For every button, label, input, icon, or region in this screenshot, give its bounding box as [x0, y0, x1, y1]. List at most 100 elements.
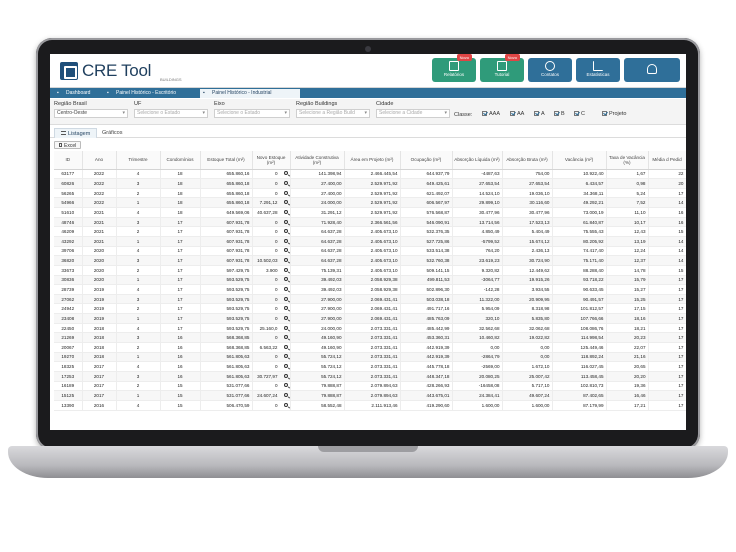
table-row[interactable]: 46209 2021 2 17 607.931,78 0 64.637,28 2.405.67…	[54, 226, 686, 237]
stats-button[interactable]: Estatísticas	[576, 58, 620, 82]
column-header[interactable]: ID	[54, 151, 83, 170]
column-header[interactable]: Trimestre	[116, 151, 161, 170]
table-row[interactable]: 51610 2021 4 18 649.569,06 40.637,28 31.291,12…	[54, 207, 686, 218]
column-header[interactable]: Vacância (m²)	[552, 151, 607, 170]
table-row[interactable]: 33673 2020 2 17 597.429,75 3.900 75.139,31 2.40…	[54, 265, 686, 276]
table-row[interactable]: 48746 2021 3 17 607.931,78 0 71.928,40 2.366.56…	[54, 217, 686, 228]
cell-value: 2020	[93, 258, 105, 264]
cell-value: 49.160,90	[321, 344, 342, 350]
table-row[interactable]: 18325 2017 4 16 561.805,63 0 55.724,12 2.073.33…	[54, 361, 686, 372]
cell-value: 17	[678, 364, 684, 370]
magnifier-icon[interactable]	[283, 171, 288, 176]
classe-checkbox-b[interactable]: B	[554, 111, 565, 117]
table-row[interactable]: 56265 2022 2 18 655.860,18 0 27.400,00 2.529.97…	[54, 188, 686, 199]
magnifier-icon[interactable]	[283, 325, 288, 330]
table-row[interactable]: 27062 2019 3 17 593.529,75 0 27.900,00 2.069.43…	[54, 294, 686, 305]
tab-escritorio[interactable]: ▪ Painel Histórico - Escritório	[104, 89, 176, 98]
excel-export-button[interactable]: Excel	[54, 141, 82, 149]
magnifier-icon[interactable]	[283, 287, 288, 291]
table-row[interactable]: 17253 2017 3 16 561.805,63 30.727,97 55.724,12…	[54, 371, 686, 382]
tutorial-button[interactable]: Novo Tutorial	[480, 54, 524, 82]
table-cell: -16458,08	[452, 381, 503, 392]
table-row[interactable]: 21269 2018 3 16 568.368,85 0 49.160,90 2.073.33…	[54, 332, 686, 344]
cell-value: 31.291,12	[321, 209, 342, 215]
magnifier-icon[interactable]	[283, 393, 288, 398]
classe-checkbox-a[interactable]: A	[534, 111, 545, 117]
tab-graficos[interactable]: Gráficos	[96, 128, 128, 138]
cell-value: 93.718,22	[583, 277, 604, 283]
magnifier-icon[interactable]	[283, 315, 288, 320]
regiao-buildings-select[interactable]: Selecione a Região Build ▾	[296, 109, 370, 118]
table-row[interactable]: 28739 2019 4 17 593.529,75 0 39.492,03 2.058.92…	[54, 284, 686, 295]
projeto-checkbox[interactable]: Projeto	[602, 111, 626, 117]
eixo-select[interactable]: Selecione o Estado ▾	[214, 109, 290, 118]
magnifier-icon[interactable]	[283, 190, 288, 195]
magnifier-icon[interactable]	[283, 238, 288, 243]
tab-industrial[interactable]: ▪ Painel Histórico - Industrial	[200, 89, 300, 98]
column-header[interactable]: Condomínios	[160, 151, 201, 170]
magnifier-icon[interactable]	[283, 296, 288, 301]
classe-checkbox-aaa[interactable]: AAA	[482, 111, 500, 117]
magnifier-icon[interactable]	[283, 354, 288, 359]
column-header[interactable]: Absorção Líquida (m²)	[452, 151, 503, 170]
regiao-brasil-select[interactable]: Centro-Oeste ▾	[54, 109, 128, 118]
tab-listagem[interactable]: Listagem	[54, 128, 98, 138]
column-header[interactable]: Novo Estoque (m²)	[252, 151, 291, 170]
column-header[interactable]: Ano	[82, 151, 117, 170]
contacts-button[interactable]: Contatos	[528, 58, 572, 82]
table-row[interactable]: 24942 2019 2 17 593.529,75 0 27.900,00 2.069.43…	[54, 303, 686, 315]
magnifier-icon[interactable]	[283, 364, 288, 369]
magnifier-icon[interactable]	[283, 209, 288, 214]
magnifier-icon[interactable]	[283, 229, 288, 234]
magnifier-icon[interactable]	[283, 258, 288, 263]
user-button[interactable]	[624, 58, 680, 82]
classe-checkbox-aa[interactable]: AA	[510, 111, 524, 117]
magnifier-icon[interactable]	[283, 200, 288, 205]
table-cell: 32.062,68	[502, 323, 553, 334]
magnifier-icon[interactable]	[283, 248, 288, 253]
table-cell: 19.036,10	[502, 188, 553, 199]
table-row[interactable]: 19270 2018 1 16 561.805,63 0 55.724,12 2.073.33…	[54, 352, 686, 363]
table-row[interactable]: 39706 2020 4 17 607.931,78 0 64.637,28 2.405.67…	[54, 246, 686, 257]
table-row[interactable]: 43292 2021 1 17 607.931,78 0 64.637,28 2.405.67…	[54, 236, 686, 247]
table-row[interactable]: 60826 2022 3 18 655.860,18 0 27.400,00 2.529.97…	[54, 178, 686, 189]
column-header[interactable]: Taxa de Vacância (%)	[606, 151, 649, 170]
column-header[interactable]: Ocupação (m²)	[400, 151, 453, 170]
column-header[interactable]: Atividade Construtiva (m²)	[290, 151, 345, 170]
table-row[interactable]: 30836 2020 1 17 593.529,75 0 39.492,03 2.058.92…	[54, 275, 686, 286]
classe-checkbox-c[interactable]: C	[574, 111, 585, 117]
magnifier-icon[interactable]	[283, 277, 288, 282]
magnifier-icon[interactable]	[283, 180, 288, 185]
table-row[interactable]: 36820 2020 3 17 607.931,78 10.502,03 64.637,28…	[54, 255, 686, 266]
column-header[interactable]: Área em Projeto (m²)	[344, 151, 401, 170]
table-cell: 0,00	[502, 352, 553, 363]
column-header[interactable]: Estoque Total (m²)	[200, 151, 253, 170]
magnifier-icon[interactable]	[283, 373, 288, 378]
table-row[interactable]: 13390 2016 4 15 506.470,59 0 58.552,48 2.111.91…	[54, 400, 686, 411]
table-row[interactable]: 63177 2022 4 18 655.860,16 0 141.398,94 2.466.4…	[54, 169, 686, 180]
table-row[interactable]: 54966 2022 1 18 655.860,18 7.291,12 24.000,00 2…	[54, 197, 686, 209]
table-cell: 0	[252, 226, 291, 237]
table-row[interactable]: 15125 2017 1 15 531.077,66 24.607,24 79.888,87…	[54, 390, 686, 401]
tab-dashboard[interactable]: ▪ Dashboard	[54, 89, 90, 98]
table-cell: 30.724,90	[502, 255, 553, 266]
column-header[interactable]: Média d Pedid	[648, 151, 686, 170]
table-row[interactable]: 20067 2018 2 16 568.368,85 6.563,22 49.160,90 2…	[54, 342, 686, 353]
table-cell: 4	[116, 323, 161, 334]
column-header[interactable]: Absorção Bruta (m²)	[502, 151, 553, 170]
table-cell: 2	[116, 265, 161, 276]
magnifier-icon[interactable]	[283, 344, 288, 349]
table-row[interactable]: 22450 2018 4 17 593.529,75 25.160,0 24.000,00 2…	[54, 323, 686, 334]
magnifier-icon[interactable]	[283, 267, 288, 272]
magnifier-icon[interactable]	[283, 219, 288, 224]
table-cell: 0	[252, 217, 291, 228]
magnifier-icon[interactable]	[283, 383, 288, 388]
table-row[interactable]: 23408 2019 1 17 593.529,75 0 27.900,00 2.069.43…	[54, 313, 686, 324]
magnifier-icon[interactable]	[283, 306, 288, 311]
reports-button[interactable]: Novo Relatórios	[432, 54, 476, 82]
uf-select[interactable]: Selecione o Estado ▾	[134, 109, 208, 118]
magnifier-icon[interactable]	[283, 335, 288, 340]
magnifier-icon[interactable]	[283, 402, 288, 407]
table-row[interactable]: 16189 2017 2 15 531.077,66 0 79.888,87 2.079.89…	[54, 381, 686, 392]
cidade-select[interactable]: Selecione a Cidade ▾	[376, 109, 450, 118]
